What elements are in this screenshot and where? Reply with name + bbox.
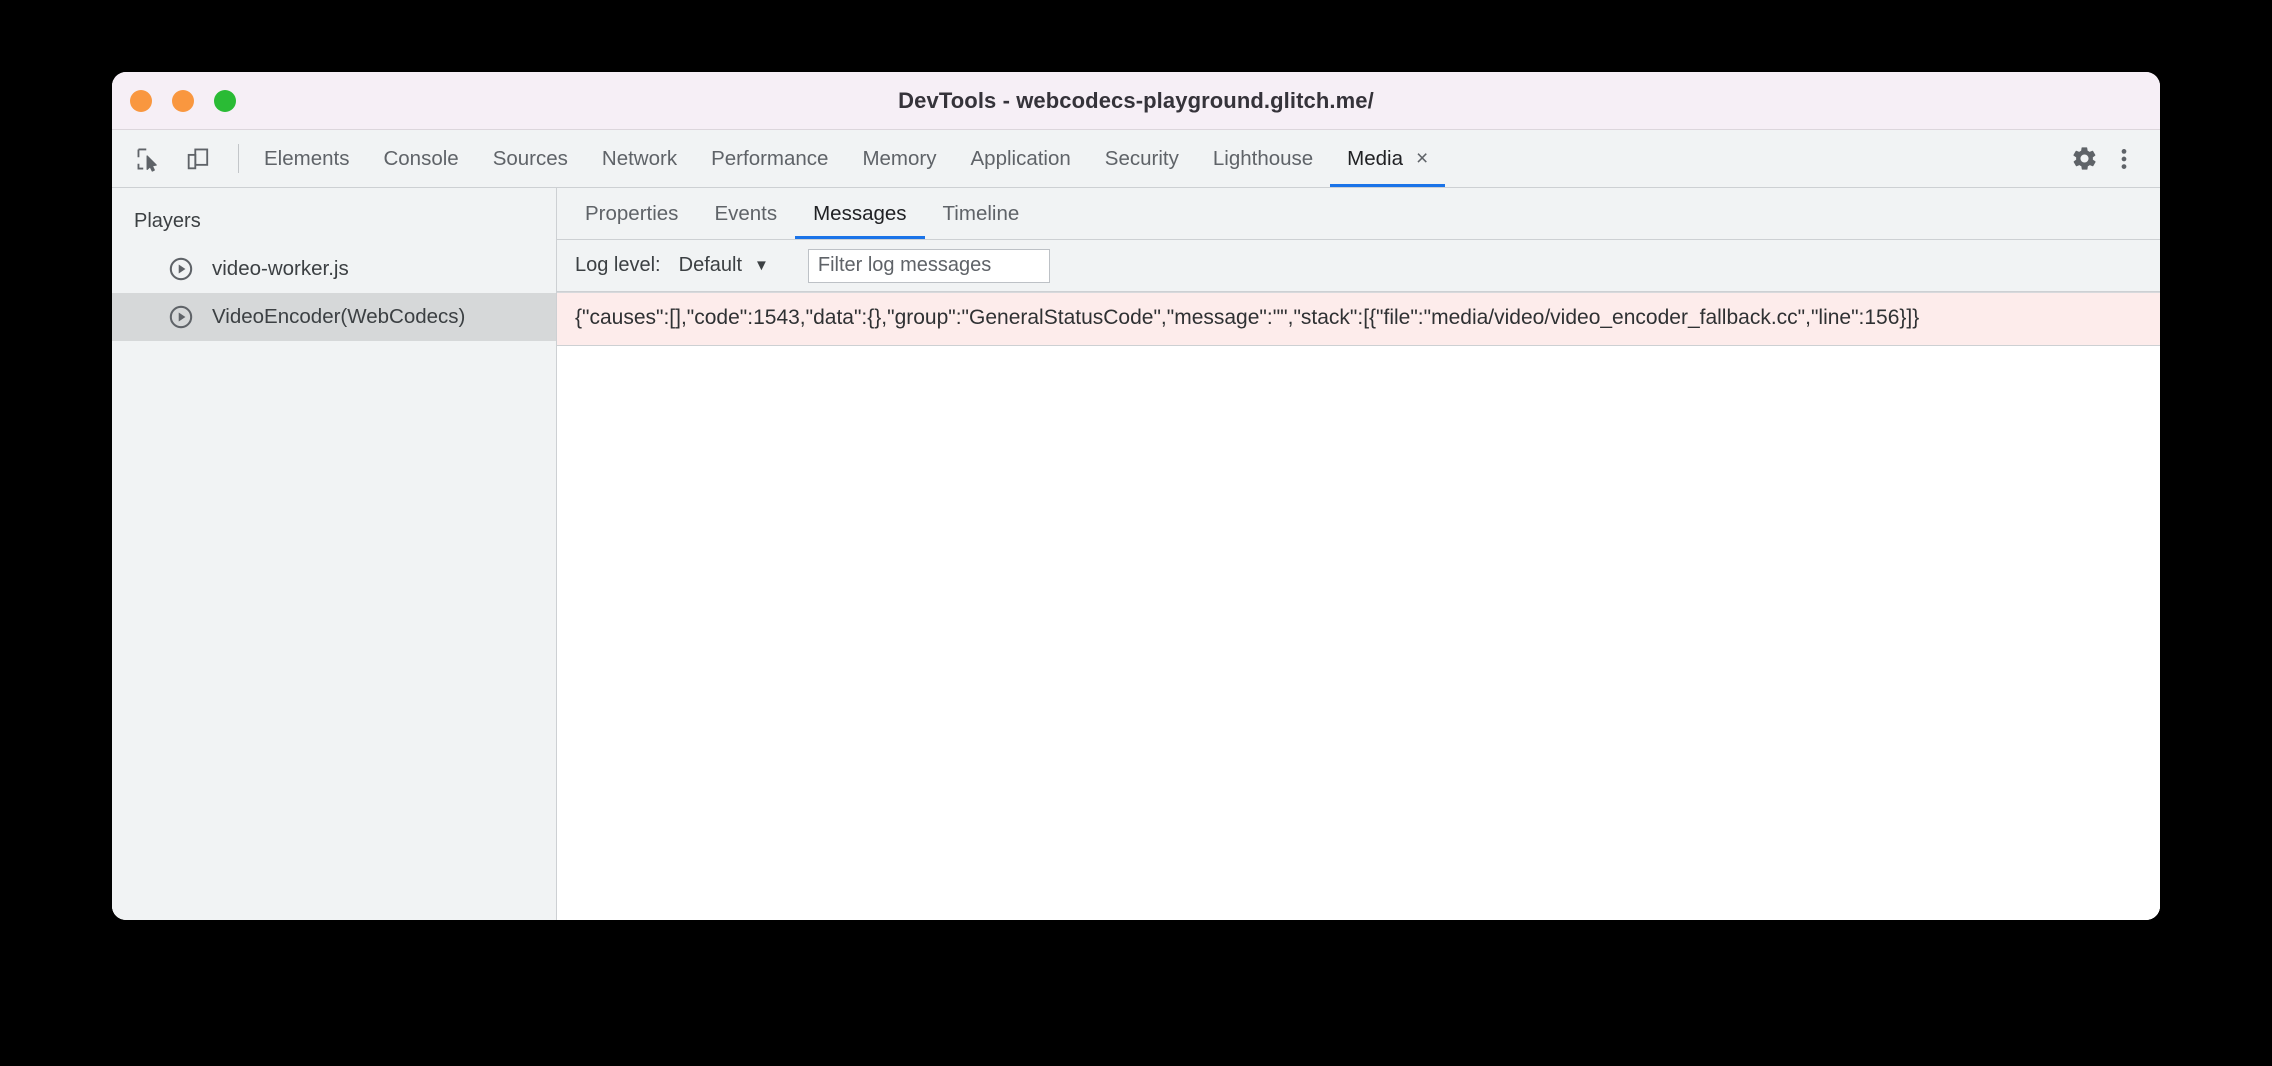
sidebar-item-video-worker[interactable]: video-worker.js xyxy=(112,245,556,293)
tab-label: Application xyxy=(970,146,1071,170)
inspect-element-icon[interactable] xyxy=(128,139,168,179)
filter-log-messages-input[interactable] xyxy=(807,248,1050,283)
minimize-window-button[interactable] xyxy=(172,89,194,112)
sub-tab-label: Properties xyxy=(585,201,679,225)
log-level-value: Default xyxy=(678,254,742,276)
tab-label: Performance xyxy=(711,146,829,170)
close-icon[interactable]: × xyxy=(1416,148,1428,169)
sidebar-item-videoencoder-webcodecs[interactable]: VideoEncoder(WebCodecs) xyxy=(112,293,556,341)
sidebar-item-label: VideoEncoder(WebCodecs) xyxy=(212,305,466,328)
tab-label: Media xyxy=(1347,146,1404,170)
tab-messages[interactable]: Messages xyxy=(795,188,925,239)
toolbar-divider xyxy=(238,144,239,173)
main-tab-bar: Elements Console Sources Network Perform… xyxy=(112,130,2160,188)
log-level-dropdown[interactable]: Default ▼ xyxy=(673,251,775,280)
tab-label: Sources xyxy=(492,146,568,170)
tab-console[interactable]: Console xyxy=(366,130,475,187)
tab-sources[interactable]: Sources xyxy=(476,130,585,187)
players-sidebar: Players video-worker.js VideoEncoder(Web… xyxy=(112,188,557,920)
tab-label: Lighthouse xyxy=(1212,146,1314,170)
tab-label: Elements xyxy=(264,146,350,170)
sidebar-item-label: video-worker.js xyxy=(212,257,349,280)
tab-lighthouse[interactable]: Lighthouse xyxy=(1196,130,1330,187)
maximize-window-button[interactable] xyxy=(214,89,236,112)
log-level-label: Log level: xyxy=(575,254,661,276)
chevron-down-icon: ▼ xyxy=(754,257,769,274)
devtools-body: Players video-worker.js VideoEncoder(Web… xyxy=(112,188,2160,920)
messages-list: {"causes":[],"code":1543,"data":{},"grou… xyxy=(557,292,2160,920)
tab-timeline[interactable]: Timeline xyxy=(925,188,1038,239)
play-circle-icon xyxy=(169,305,193,329)
sub-tab-bar: Properties Events Messages Timeline xyxy=(557,188,2160,240)
tab-performance[interactable]: Performance xyxy=(694,130,845,187)
close-window-button[interactable] xyxy=(130,89,152,112)
tab-label: Memory xyxy=(862,146,937,170)
player-detail-panel: Properties Events Messages Timeline Log … xyxy=(557,188,2160,920)
title-bar: DevTools - webcodecs-playground.glitch.m… xyxy=(112,72,2160,130)
tab-application[interactable]: Application xyxy=(954,130,1088,187)
sub-tab-label: Timeline xyxy=(942,201,1020,225)
device-toolbar-icon[interactable] xyxy=(178,139,218,179)
players-heading: Players xyxy=(134,210,201,232)
tab-properties[interactable]: Properties xyxy=(567,188,696,239)
devtools-window: DevTools - webcodecs-playground.glitch.m… xyxy=(112,72,2160,920)
toolbar-right-icons xyxy=(2035,130,2160,187)
window-title: DevTools - webcodecs-playground.glitch.m… xyxy=(898,87,1374,113)
tab-elements[interactable]: Elements xyxy=(247,130,366,187)
main-tabs: Elements Console Sources Network Perform… xyxy=(247,130,1446,187)
log-filter-toolbar: Log level: Default ▼ xyxy=(557,240,2160,292)
gear-icon[interactable] xyxy=(2064,139,2104,179)
kebab-menu-icon[interactable] xyxy=(2104,139,2144,179)
toolbar-left-icons xyxy=(112,130,230,187)
tab-media[interactable]: Media × xyxy=(1330,130,1446,187)
sub-tab-label: Messages xyxy=(813,201,907,225)
log-message-row[interactable]: {"causes":[],"code":1543,"data":{},"grou… xyxy=(557,292,2160,346)
tab-events[interactable]: Events xyxy=(696,188,795,239)
tab-network[interactable]: Network xyxy=(585,130,694,187)
tab-label: Security xyxy=(1104,146,1179,170)
tab-label: Console xyxy=(383,146,459,170)
play-circle-icon xyxy=(169,257,193,281)
window-controls xyxy=(130,89,236,112)
tab-memory[interactable]: Memory xyxy=(845,130,953,187)
tab-label: Network xyxy=(601,146,678,170)
sub-tab-label: Events xyxy=(714,201,778,225)
tab-security[interactable]: Security xyxy=(1088,130,1196,187)
